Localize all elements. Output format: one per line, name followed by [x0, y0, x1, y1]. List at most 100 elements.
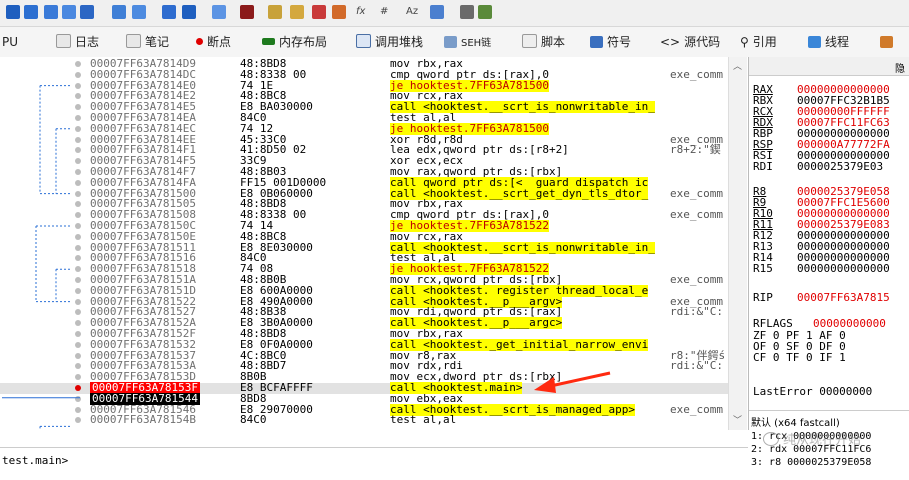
- registers-header: 隐: [749, 57, 909, 76]
- register-rdi[interactable]: RDI 0000025379E03: [753, 160, 883, 173]
- row-comment: exe_comm: [670, 208, 723, 222]
- scroll-up-icon[interactable]: ︿: [733, 59, 742, 72]
- tab-bar: PU 日志 笔记 断点 内存布局 调用堆栈 SEH链 脚本 符号 <> 源代码 ⚲…: [0, 27, 909, 58]
- watermark-text: 纯从现在开始: [783, 433, 862, 448]
- hide-fpu-toggle[interactable]: 隐: [895, 60, 905, 75]
- row-comment: rdi:&"C:: [670, 359, 723, 373]
- vertical-scrollbar[interactable]: ︿ ﹀: [728, 57, 747, 430]
- tab-notes[interactable]: 笔记: [126, 27, 169, 57]
- tab-label: 调用堆栈: [375, 35, 424, 49]
- fx-label[interactable]: fx: [356, 6, 365, 17]
- row-comment: rdi:&"C:: [670, 305, 723, 319]
- watermark: 纯从现在开始: [763, 429, 861, 448]
- tab-label: PU: [2, 35, 19, 49]
- memory-icon: [262, 38, 275, 45]
- disassembly-view[interactable]: 00007FF63A7814D9 48:8BD8 mov rbx,rax 00007F…: [0, 57, 749, 430]
- breakpoint-icon[interactable]: [240, 5, 254, 19]
- step-into-icon[interactable]: [24, 5, 38, 19]
- register-value: 00007FF63A7815: [797, 291, 890, 304]
- disasm-row[interactable]: 00007FF63A78154B 84C0 test al,al: [0, 413, 728, 427]
- register-name: RDI: [753, 160, 773, 173]
- tab-script[interactable]: 脚本: [522, 27, 565, 57]
- registers-panel[interactable]: 隐 RAX 00000000000000 RBX 00007FFC32B1B5 RCX 0…: [749, 57, 909, 407]
- row-comment: exe_comm: [670, 67, 723, 81]
- restart-icon[interactable]: [80, 5, 94, 19]
- comment-icon[interactable]: [268, 5, 282, 19]
- call-stack-icon: [356, 34, 371, 48]
- register-name: R15: [753, 262, 773, 275]
- grid-icon[interactable]: [460, 5, 474, 19]
- last-error: LastError 00000000: [753, 385, 873, 398]
- step-out-icon[interactable]: [162, 5, 176, 19]
- patch-icon[interactable]: [212, 5, 226, 19]
- seh-icon: [444, 36, 457, 48]
- breakpoint-dot-icon: [196, 38, 203, 45]
- call-convention-panel[interactable]: 默认 (x64 fastcall) 1: rcx 0000000000000 2…: [749, 410, 909, 480]
- more-tab-icon: [880, 36, 893, 48]
- hash-label[interactable]: #: [380, 6, 388, 17]
- row-instruction: test al,al: [390, 413, 457, 427]
- jump-arrows: [2, 85, 80, 430]
- run-to-user-icon[interactable]: [182, 5, 196, 19]
- register-value: 00000000000000: [797, 262, 890, 275]
- az-label[interactable]: Az: [406, 6, 418, 17]
- filter-icon[interactable]: [478, 5, 492, 19]
- step-over-icon[interactable]: [62, 5, 76, 19]
- row-comment: exe_comm: [670, 273, 723, 286]
- tab-label: 断点: [207, 35, 232, 49]
- tab-cpu[interactable]: PU: [2, 27, 18, 57]
- register-value: 0000025379E03: [797, 160, 884, 173]
- wechat-icon: [763, 432, 779, 446]
- calc-icon[interactable]: [430, 5, 444, 19]
- notes-icon: [126, 34, 141, 48]
- tab-label: 线程: [825, 35, 850, 49]
- tab-label: 源代码: [684, 35, 721, 49]
- tab-seh-chain[interactable]: SEH链: [444, 27, 491, 57]
- tab-breakpoints[interactable]: 断点: [196, 27, 231, 57]
- toolbar: fx # Az: [0, 0, 909, 27]
- threads-icon: [808, 36, 821, 48]
- tab-label: 符号: [607, 35, 632, 49]
- status-bar: test.main>: [0, 447, 748, 480]
- tab-memory-map[interactable]: 内存布局: [262, 27, 327, 57]
- tab-symbols[interactable]: 符号: [590, 27, 631, 57]
- row-bytes: 84C0: [240, 413, 267, 427]
- log-icon: [56, 34, 71, 48]
- call-arg-3: 3: r8 0000025379E058: [751, 457, 872, 468]
- script-icon: [522, 34, 537, 48]
- tab-label: 引用: [752, 35, 777, 49]
- tab-more[interactable]: [880, 27, 897, 57]
- row-comment: exe_comm: [670, 186, 723, 200]
- tab-label: SEH链: [461, 38, 492, 49]
- register-name: RIP: [753, 291, 773, 304]
- tab-label: 脚本: [541, 35, 566, 49]
- tab-threads[interactable]: 线程: [808, 27, 849, 57]
- pause-icon[interactable]: [44, 5, 58, 19]
- register-rip[interactable]: RIP 00007FF63A7815: [753, 291, 890, 304]
- function-icon[interactable]: [332, 5, 346, 19]
- tab-label: 日志: [75, 35, 100, 49]
- label-icon[interactable]: [290, 5, 304, 19]
- tab-label: 内存布局: [279, 35, 328, 49]
- symbols-icon: [590, 36, 603, 48]
- code-brackets-icon: <>: [660, 35, 681, 49]
- tab-source[interactable]: <> 源代码: [660, 27, 720, 57]
- tab-log[interactable]: 日志: [56, 27, 99, 57]
- search-icon: ⚲: [740, 35, 749, 49]
- status-text: test.main>: [2, 454, 69, 467]
- flags-line: CF 0 TF 0 IF 1: [753, 351, 846, 364]
- trace-icon[interactable]: [112, 5, 126, 19]
- call-convention-selector[interactable]: 默认 (x64 fastcall): [751, 414, 840, 429]
- scroll-down-icon[interactable]: ﹀: [733, 413, 742, 426]
- row-comment: r8+2:"鍥: [670, 143, 721, 157]
- annotation-arrow: [534, 371, 611, 393]
- run-icon[interactable]: [6, 5, 20, 19]
- tab-label: 笔记: [145, 35, 170, 49]
- register-r15[interactable]: R15 00000000000000: [753, 262, 890, 275]
- animate-icon[interactable]: [132, 5, 146, 19]
- tab-references[interactable]: ⚲ 引用: [740, 27, 777, 57]
- row-comment: exe_comm: [670, 402, 723, 416]
- tab-call-stack[interactable]: 调用堆栈: [356, 27, 423, 57]
- bookmark-icon[interactable]: [312, 5, 326, 19]
- row-address: 00007FF63A78154B: [90, 413, 196, 427]
